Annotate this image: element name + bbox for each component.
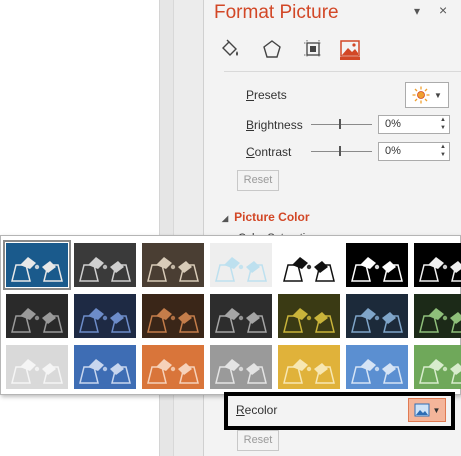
- brightness-slider-thumb[interactable]: [339, 119, 341, 129]
- reset-button-color[interactable]: Reset: [237, 430, 279, 451]
- recolor-option-light-gray-2[interactable]: [210, 345, 272, 389]
- recolor-option-grayscale[interactable]: [74, 243, 136, 287]
- recolor-highlight-box: Recolor ▼: [224, 392, 455, 430]
- recolor-option-no-recolor[interactable]: [3, 240, 71, 290]
- presets-dropdown[interactable]: ▼: [405, 82, 449, 108]
- brightness-value[interactable]: 0%: [385, 118, 401, 130]
- presets-label: Presets: [246, 88, 287, 102]
- tab-divider: [224, 71, 461, 72]
- recolor-option-dark-gray-2[interactable]: [210, 294, 272, 338]
- pane-close-icon[interactable]: ×: [439, 2, 447, 18]
- picture-icon: [414, 403, 430, 417]
- collapse-triangle-icon: ◢: [222, 214, 229, 223]
- picture-color-section[interactable]: ◢ Picture Color: [222, 210, 310, 224]
- contrast-label: Contrast: [246, 145, 292, 159]
- fill-bucket-icon[interactable]: [216, 36, 244, 62]
- active-tab-indicator: [340, 57, 360, 60]
- contrast-slider-thumb[interactable]: [339, 146, 341, 156]
- recolor-option-dark-gray[interactable]: [6, 294, 68, 338]
- chevron-down-icon: ▼: [432, 405, 441, 415]
- recolor-option-black-and-white-25[interactable]: [278, 243, 340, 287]
- recolor-option-sepia[interactable]: [142, 243, 204, 287]
- recolor-option-dark-slate[interactable]: [346, 294, 408, 338]
- spinner-arrows-icon[interactable]: ▲ ▼: [437, 143, 449, 160]
- recolor-option-washout[interactable]: [210, 243, 272, 287]
- recolor-option-black-and-white-75[interactable]: [414, 243, 461, 287]
- contrast-spinner[interactable]: 0% ▲ ▼: [378, 142, 450, 161]
- sun-icon: [412, 86, 430, 104]
- contrast-value[interactable]: 0%: [385, 145, 401, 157]
- recolor-option-light-slate[interactable]: [346, 345, 408, 389]
- recolor-option-light-orange[interactable]: [142, 345, 204, 389]
- brightness-slider[interactable]: [311, 119, 372, 129]
- recolor-gallery: [0, 235, 461, 395]
- reset-button-corrections[interactable]: Reset: [237, 170, 279, 191]
- contrast-slider[interactable]: [311, 146, 372, 156]
- chevron-down-icon: ▼: [434, 90, 442, 100]
- recolor-dropdown-button[interactable]: ▼: [408, 398, 446, 422]
- recolor-option-dark-orange[interactable]: [142, 294, 204, 338]
- recolor-label: Recolor: [236, 403, 278, 417]
- brightness-label: Brightness: [246, 118, 303, 132]
- recolor-option-dark-blue[interactable]: [74, 294, 136, 338]
- size-properties-icon[interactable]: [299, 36, 327, 62]
- recolor-option-dark-green[interactable]: [414, 294, 461, 338]
- pentagon-icon[interactable]: [258, 36, 286, 62]
- recolor-option-light-blue[interactable]: [74, 345, 136, 389]
- pane-options-chevron-down-icon[interactable]: ▾: [414, 4, 420, 18]
- recolor-option-black-and-white-50[interactable]: [346, 243, 408, 287]
- recolor-option-light-gray[interactable]: [6, 345, 68, 389]
- pane-title: Format Picture: [214, 2, 339, 23]
- recolor-option-light-green[interactable]: [414, 345, 461, 389]
- recolor-option-light-gold[interactable]: [278, 345, 340, 389]
- brightness-spinner[interactable]: 0% ▲ ▼: [378, 115, 450, 134]
- spinner-arrows-icon[interactable]: ▲ ▼: [437, 116, 449, 133]
- recolor-option-dark-gold[interactable]: [278, 294, 340, 338]
